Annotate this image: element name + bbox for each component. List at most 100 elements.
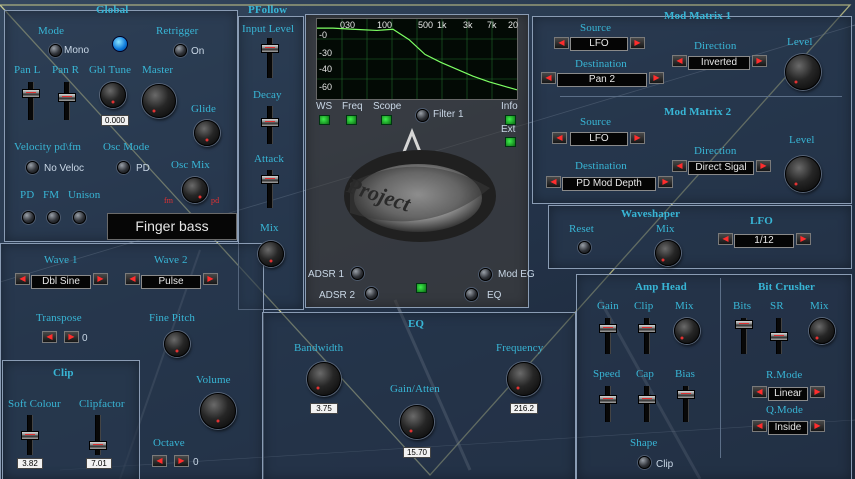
filter1-switch[interactable] (416, 109, 429, 122)
mm2-destination-prev-arrow[interactable]: ◀ (546, 176, 561, 188)
gbl-tune-knob[interactable] (100, 82, 126, 108)
r-mode-label: R.Mode (766, 369, 803, 381)
bits-label: Bits (733, 300, 752, 312)
attack-slider-thumb[interactable] (261, 175, 279, 184)
pd-switch[interactable] (22, 211, 35, 224)
osc-mode-switch[interactable] (117, 161, 130, 174)
octave-prev-arrow[interactable]: ◀ (152, 455, 167, 467)
mm2-source-next-arrow[interactable]: ▶ (630, 132, 645, 144)
retrigger-switch[interactable] (174, 44, 187, 57)
velocity-value: No Veloc (44, 163, 85, 174)
freq-led[interactable] (346, 115, 357, 125)
input-level-slider-thumb[interactable] (261, 44, 279, 53)
ws-led[interactable] (319, 115, 330, 125)
transpose-next-arrow[interactable]: ▶ (64, 331, 79, 343)
wave2-prev-arrow[interactable]: ◀ (125, 273, 140, 285)
scope-x-tick-label: 7k (487, 20, 497, 30)
amp-speed-slider-track[interactable] (605, 386, 611, 422)
amp-mix-knob[interactable] (674, 318, 700, 344)
pfollow-mix-knob[interactable] (258, 241, 284, 267)
amp-cap-slider-thumb[interactable] (638, 395, 656, 404)
fine-pitch-label: Fine Pitch (149, 312, 195, 324)
mode-label: Mode (38, 25, 65, 37)
osc-mode-value: PD (136, 163, 150, 174)
amp-gain-slider-thumb[interactable] (599, 324, 617, 333)
retrigger-label: Retrigger (156, 25, 199, 37)
mm1-destination-next-arrow[interactable]: ▶ (649, 72, 664, 84)
amp-clip-slider-thumb[interactable] (638, 324, 656, 333)
q-mode-next-arrow[interactable]: ▶ (810, 420, 825, 432)
mod-eg-switch[interactable] (479, 268, 492, 281)
master-label: Master (142, 64, 174, 76)
wave2-next-arrow[interactable]: ▶ (203, 273, 218, 285)
mm2-destination-next-arrow[interactable]: ▶ (658, 176, 673, 188)
r-mode-prev-arrow[interactable]: ◀ (752, 386, 767, 398)
mm1-source-prev-arrow[interactable]: ◀ (554, 37, 569, 49)
spectrum-plot (317, 19, 517, 99)
waveshaper-mix-knob[interactable] (655, 240, 681, 266)
lfo-rate-value: 1/12 (734, 234, 794, 248)
pan-r-slider-thumb[interactable] (58, 93, 76, 102)
q-mode-prev-arrow[interactable]: ◀ (752, 420, 767, 432)
bits-slider-thumb[interactable] (735, 320, 753, 329)
bit-crusher-mix-knob[interactable] (809, 318, 835, 344)
velocity-switch[interactable] (26, 161, 39, 174)
transpose-label: Transpose (36, 312, 82, 324)
lfo-rate-next-arrow[interactable]: ▶ (796, 233, 811, 245)
wave1-value: Dbl Sine (31, 275, 91, 289)
wave1-prev-arrow[interactable]: ◀ (15, 273, 30, 285)
pan-l-slider-track[interactable] (28, 82, 34, 120)
mm2-level-knob[interactable] (785, 156, 821, 192)
mm1-direction-next-arrow[interactable]: ▶ (752, 55, 767, 67)
bit-crusher-mix-label: Mix (810, 300, 829, 312)
fine-pitch-knob[interactable] (164, 331, 190, 357)
volume-knob[interactable] (200, 393, 236, 429)
mode-switch[interactable] (49, 44, 62, 57)
frequency-value: 216.2 (510, 403, 538, 414)
mm1-level-knob[interactable] (785, 54, 821, 90)
frequency-knob[interactable] (507, 362, 541, 396)
amp-head-title: Amp Head (635, 281, 687, 293)
preset-name-display[interactable]: Finger bass (107, 213, 237, 240)
fm-switch[interactable] (47, 211, 60, 224)
center-led (416, 283, 427, 293)
adsr1-switch[interactable] (351, 267, 364, 280)
waveshaper-reset-button[interactable] (578, 241, 591, 254)
wave1-next-arrow[interactable]: ▶ (93, 273, 108, 285)
octave-next-arrow[interactable]: ▶ (174, 455, 189, 467)
amp-bias-slider-thumb[interactable] (677, 390, 695, 399)
scope-led[interactable] (381, 115, 392, 125)
bandwidth-label: Bandwidth (294, 342, 344, 354)
soft-colour-slider-thumb[interactable] (21, 431, 39, 440)
pan-l-slider-thumb[interactable] (22, 89, 40, 98)
amp-bias-label: Bias (675, 368, 695, 380)
mm2-direction-next-arrow[interactable]: ▶ (756, 160, 771, 172)
amp-cap-slider-track[interactable] (644, 386, 650, 422)
mm1-direction-prev-arrow[interactable]: ◀ (672, 55, 687, 67)
master-knob[interactable] (142, 84, 176, 118)
osc-mix-knob[interactable] (182, 177, 208, 203)
lfo-title: LFO (750, 215, 773, 227)
adsr1-label: ADSR 1 (308, 269, 345, 280)
mm2-source-prev-arrow[interactable]: ◀ (552, 132, 567, 144)
transpose-value: 0 (82, 333, 88, 344)
eq-switch[interactable] (465, 288, 478, 301)
clipfactor-slider-thumb[interactable] (89, 441, 107, 450)
adsr2-switch[interactable] (365, 287, 378, 300)
amp-speed-slider-thumb[interactable] (599, 395, 617, 404)
gain-atten-knob[interactable] (400, 405, 434, 439)
mm1-destination-prev-arrow[interactable]: ◀ (541, 72, 556, 84)
mm1-source-next-arrow[interactable]: ▶ (630, 37, 645, 49)
lfo-rate-prev-arrow[interactable]: ◀ (718, 233, 733, 245)
transpose-prev-arrow[interactable]: ◀ (42, 331, 57, 343)
decay-slider-thumb[interactable] (261, 118, 279, 127)
unison-switch[interactable] (73, 211, 86, 224)
mm2-direction-prev-arrow[interactable]: ◀ (672, 160, 687, 172)
bandwidth-knob[interactable] (307, 362, 341, 396)
mm2-destination-label: Destination (575, 160, 627, 172)
clipfactor-value: 7.01 (86, 458, 112, 469)
glide-knob[interactable] (194, 120, 220, 146)
r-mode-next-arrow[interactable]: ▶ (810, 386, 825, 398)
amp-shape-switch[interactable] (638, 456, 651, 469)
sr-slider-thumb[interactable] (770, 332, 788, 341)
